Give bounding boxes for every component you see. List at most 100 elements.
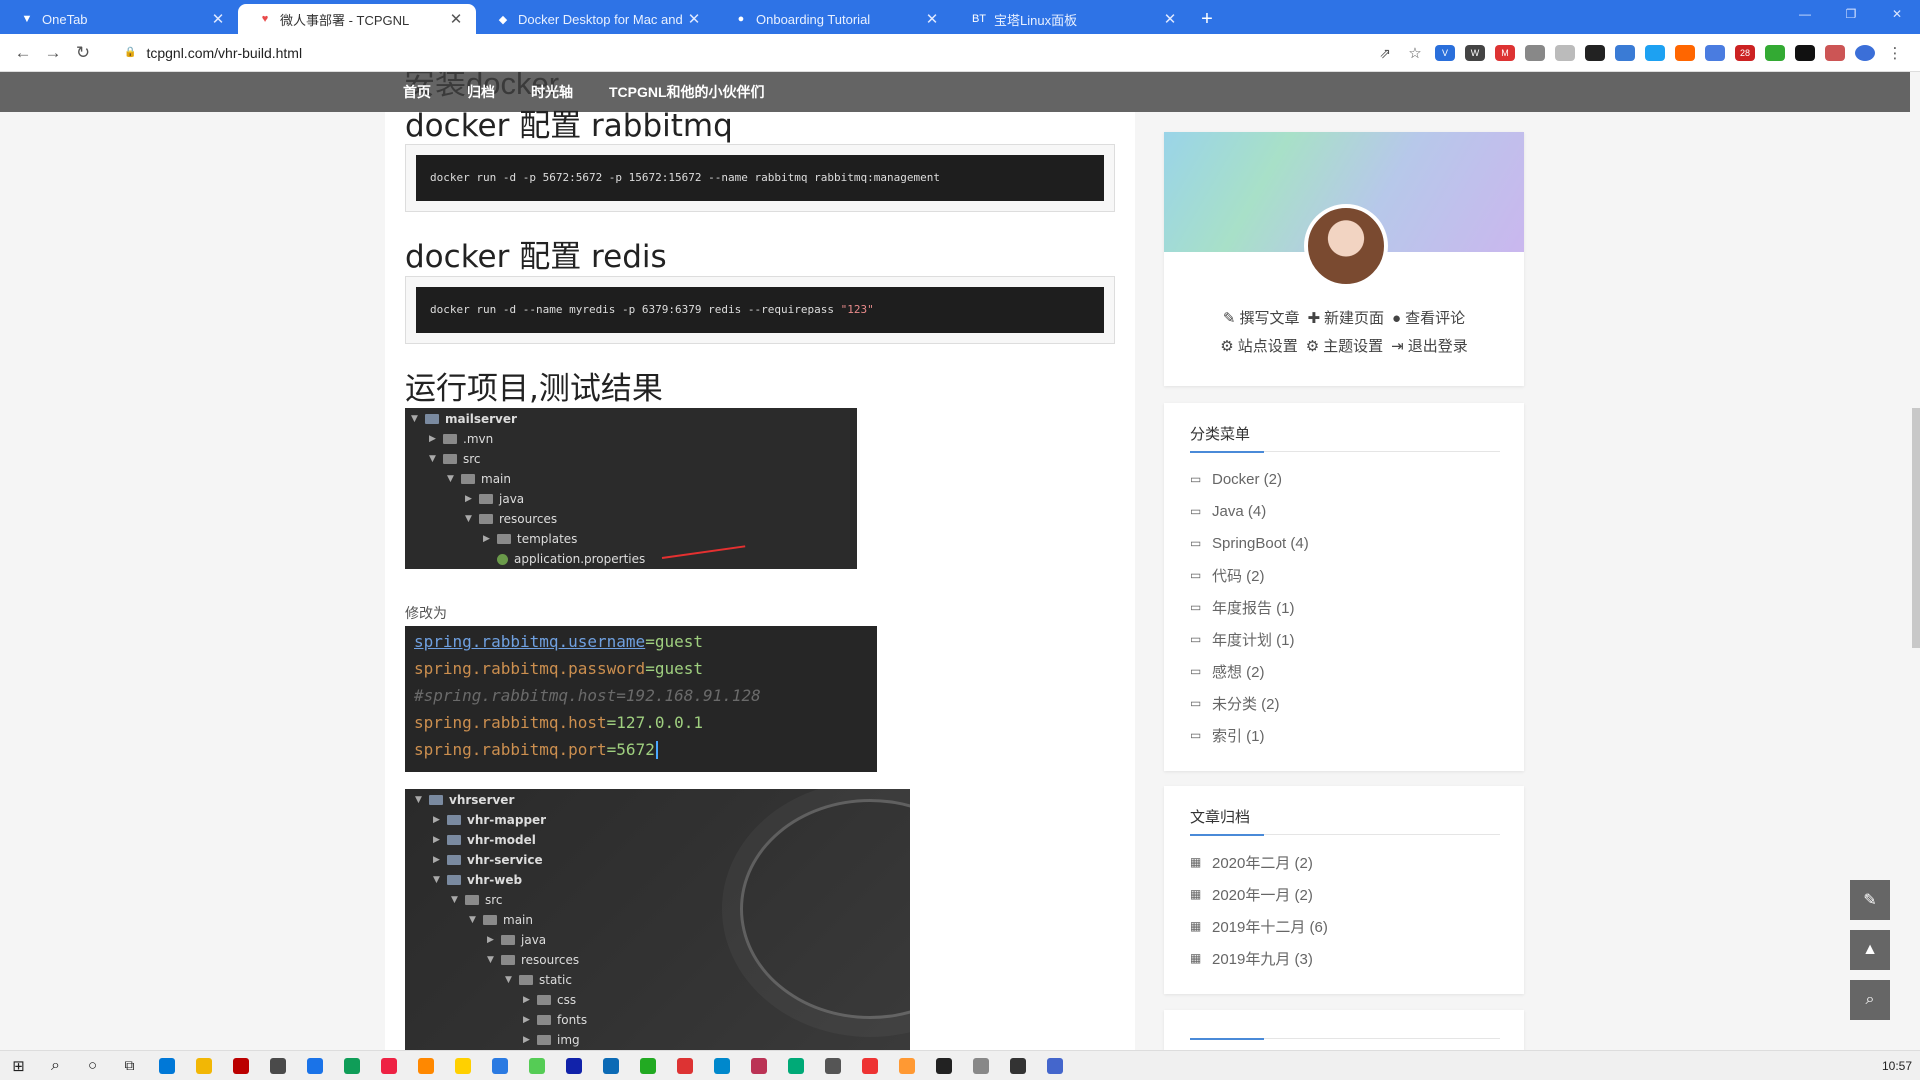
- firefox-relay-icon[interactable]: [1675, 45, 1695, 61]
- tree-node[interactable]: ▼ resources: [487, 950, 579, 970]
- tree-node[interactable]: ▶ img: [523, 1030, 580, 1050]
- avatar[interactable]: [1304, 204, 1388, 288]
- cursor-icon[interactable]: [1555, 45, 1575, 61]
- list-item[interactable]: ▦ 2020年二月 (2): [1190, 846, 1328, 878]
- search-button[interactable]: ⌕: [1850, 980, 1890, 1020]
- menu-kebab-icon[interactable]: ⋮: [1885, 45, 1905, 62]
- list-item[interactable]: ▭ 年度报告 (1): [1190, 591, 1309, 623]
- close-icon[interactable]: ✕: [686, 10, 702, 28]
- tree-node[interactable]: ▼ vhr-web: [433, 870, 522, 890]
- taskbar-app-button[interactable]: [629, 1051, 666, 1080]
- url-text[interactable]: tcpgnl.com/vhr-build.html: [146, 45, 302, 61]
- new-tab-button[interactable]: +: [1190, 4, 1224, 34]
- admin-link[interactable]: ● 查看评论: [1390, 310, 1467, 327]
- tree-node[interactable]: ▶ vhr-service: [433, 850, 543, 870]
- taskbar-app-button[interactable]: [592, 1051, 629, 1080]
- nav-timeline[interactable]: 时光轴: [531, 82, 573, 102]
- taskbar-app-button[interactable]: [444, 1051, 481, 1080]
- task-view-button[interactable]: ⧉: [111, 1051, 148, 1080]
- expanded-arrow-icon[interactable]: ▼: [415, 795, 429, 805]
- list-item[interactable]: ▭ 索引 (1): [1190, 719, 1309, 751]
- taskbar-app-button[interactable]: [185, 1051, 222, 1080]
- download-icon[interactable]: [1765, 45, 1785, 61]
- collapsed-arrow-icon[interactable]: ▶: [523, 1015, 537, 1025]
- tree-node[interactable]: ▼ main: [447, 469, 511, 489]
- restore-icon[interactable]: ❐: [1828, 0, 1874, 28]
- admin-link[interactable]: ⚙ 站点设置: [1218, 338, 1299, 355]
- gmail-icon[interactable]: M: [1495, 45, 1515, 61]
- browser-tab[interactable]: ♥ 微人事部署 - TCPGNL ✕: [238, 4, 476, 34]
- tree-node[interactable]: ▶ fonts: [523, 1010, 587, 1030]
- mask-icon[interactable]: [1795, 45, 1815, 61]
- extension-dark-icon[interactable]: [1585, 45, 1605, 61]
- expanded-arrow-icon[interactable]: ▼: [505, 975, 519, 985]
- taskbar-app-button[interactable]: [518, 1051, 555, 1080]
- tree-node[interactable]: ▶ templates: [483, 529, 577, 549]
- twitter-icon[interactable]: [1645, 45, 1665, 61]
- taskbar-app-button[interactable]: [888, 1051, 925, 1080]
- browser-tab[interactable]: BT 宝塔Linux面板 ✕: [952, 4, 1190, 34]
- collapsed-arrow-icon[interactable]: ▶: [465, 494, 479, 504]
- taskbar-app-button[interactable]: [962, 1051, 999, 1080]
- expanded-arrow-icon[interactable]: ▼: [487, 955, 501, 965]
- wordpress-icon[interactable]: W: [1465, 45, 1485, 61]
- back-to-top-button[interactable]: ▲: [1850, 930, 1890, 970]
- taskbar-app-button[interactable]: [481, 1051, 518, 1080]
- collapsed-arrow-icon[interactable]: ▶: [433, 835, 447, 845]
- collapsed-arrow-icon[interactable]: ▶: [429, 434, 443, 444]
- taskbar-app-button[interactable]: [333, 1051, 370, 1080]
- admin-link[interactable]: ⇥ 退出登录: [1389, 338, 1470, 355]
- collapsed-arrow-icon[interactable]: ▶: [523, 1035, 537, 1045]
- browser-tab[interactable]: ◆ Docker Desktop for Mac and W ✕: [476, 4, 714, 34]
- vue-devtools-icon[interactable]: V: [1435, 45, 1455, 61]
- browser-tab[interactable]: ● Onboarding Tutorial ✕: [714, 4, 952, 34]
- bookmark-star-icon[interactable]: ☆: [1405, 45, 1425, 62]
- profile-avatar-icon[interactable]: [1855, 45, 1875, 61]
- tree-node[interactable]: ▼ static: [505, 970, 572, 990]
- close-icon[interactable]: ✕: [210, 10, 226, 28]
- list-item[interactable]: ▦ 2020年一月 (2): [1190, 878, 1328, 910]
- close-icon[interactable]: ✕: [448, 10, 464, 28]
- collapsed-arrow-icon[interactable]: ▶: [483, 534, 497, 544]
- taskbar-app-button[interactable]: [777, 1051, 814, 1080]
- expanded-arrow-icon[interactable]: ▼: [429, 454, 443, 464]
- open-external-icon[interactable]: ⇗: [1375, 45, 1395, 61]
- nav-archive[interactable]: 归档: [467, 82, 495, 102]
- nav-friends[interactable]: TCPGNL和他的小伙伴们: [609, 82, 765, 102]
- start-button[interactable]: ⊞: [0, 1051, 37, 1080]
- close-icon[interactable]: ✕: [924, 10, 940, 28]
- tree-node[interactable]: ▶ .mvn: [429, 429, 493, 449]
- forward-icon[interactable]: →: [38, 43, 68, 63]
- tree-node[interactable]: application.properties: [483, 549, 645, 569]
- tree-node[interactable]: ▶ vhr-mapper: [433, 810, 546, 830]
- taskbar-app-button[interactable]: [222, 1051, 259, 1080]
- taskbar-app-button[interactable]: [259, 1051, 296, 1080]
- url-field[interactable]: 🔒 tcpgnl.com/vhr-build.html: [124, 45, 302, 61]
- shield-icon[interactable]: [1525, 45, 1545, 61]
- admin-link[interactable]: ✚ 新建页面: [1305, 310, 1386, 327]
- taskbar-app-button[interactable]: [666, 1051, 703, 1080]
- minimize-icon[interactable]: —: [1782, 0, 1828, 28]
- taskbar-app-button[interactable]: [1036, 1051, 1073, 1080]
- taskbar-app-button[interactable]: [999, 1051, 1036, 1080]
- tree-node[interactable]: ▼ main: [469, 910, 533, 930]
- collapsed-arrow-icon[interactable]: ▶: [433, 815, 447, 825]
- taskbar-app-button[interactable]: [740, 1051, 777, 1080]
- browser-tab[interactable]: ▼ OneTab ✕: [0, 4, 238, 34]
- translate-icon[interactable]: [1705, 45, 1725, 61]
- close-window-icon[interactable]: ✕: [1874, 0, 1920, 28]
- back-icon[interactable]: ←: [8, 43, 38, 63]
- calendar-badge-icon[interactable]: 28: [1735, 45, 1755, 61]
- list-item[interactable]: ▭ SpringBoot (4): [1190, 527, 1309, 559]
- tree-node[interactable]: ▼ resources: [465, 509, 557, 529]
- admin-link[interactable]: ✎ 撰写文章: [1221, 310, 1302, 327]
- taskbar-app-button[interactable]: [407, 1051, 444, 1080]
- expanded-arrow-icon[interactable]: ▼: [469, 915, 483, 925]
- taskbar-search-button[interactable]: ⌕: [37, 1051, 74, 1080]
- list-item[interactable]: ▭ 年度计划 (1): [1190, 623, 1309, 655]
- collapsed-arrow-icon[interactable]: ▶: [523, 995, 537, 1005]
- taskbar-app-button[interactable]: [370, 1051, 407, 1080]
- tree-node[interactable]: ▼ mailserver: [411, 409, 517, 429]
- expanded-arrow-icon[interactable]: ▼: [411, 414, 425, 424]
- taskbar-clock[interactable]: 10:57: [1882, 1059, 1912, 1073]
